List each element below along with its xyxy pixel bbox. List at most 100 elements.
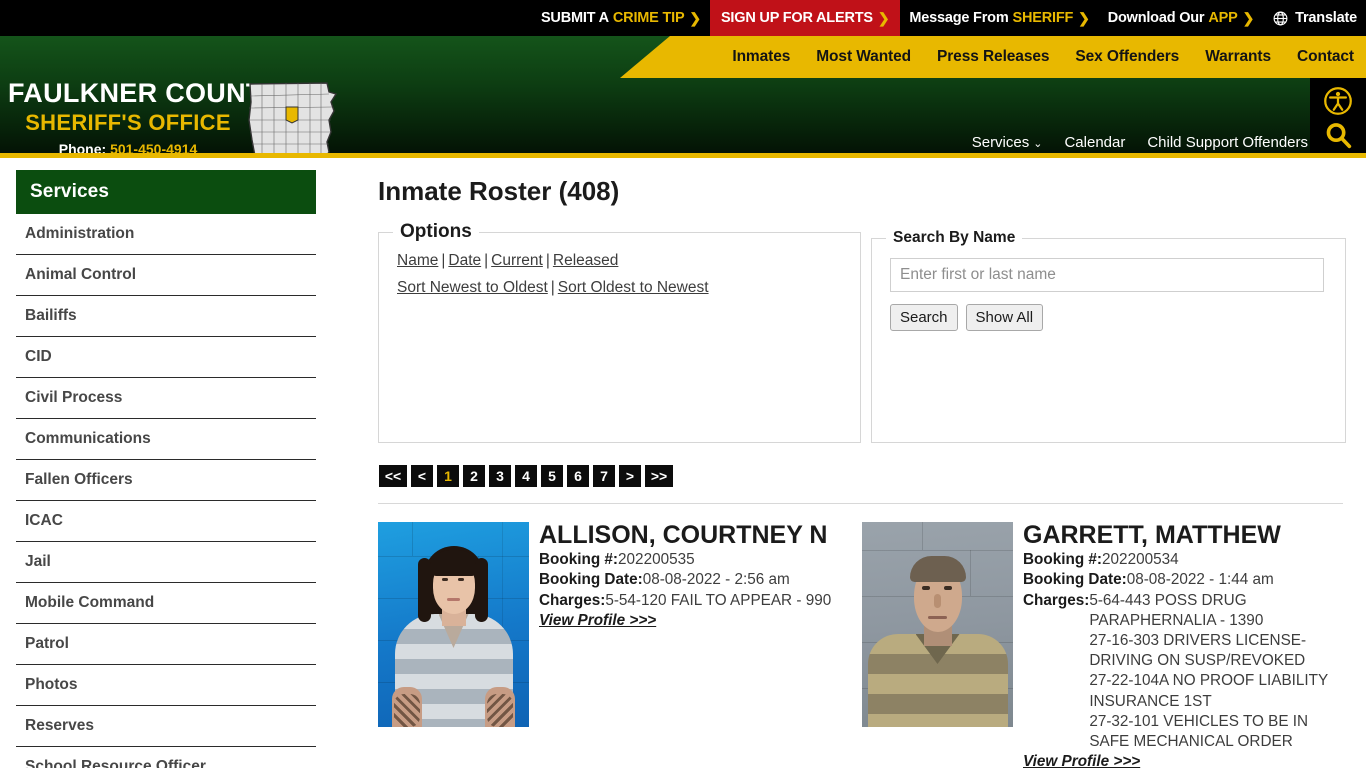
nav-item-inmates[interactable]: Inmates [732, 48, 790, 66]
sidebar-item-jail[interactable]: Jail [16, 542, 316, 583]
pagination-page-2[interactable]: 2 [463, 465, 485, 487]
secondary-nav-row-1: Services ⌄ Calendar Child Support Offende… [568, 128, 1308, 156]
page-title: Inmate Roster (408) [378, 176, 620, 206]
pagination-page-1[interactable]: 1 [437, 465, 459, 487]
option-date[interactable]: Date [448, 252, 481, 269]
nav-item-services[interactable]: Services ⌄ [972, 135, 1043, 150]
sign-up-for-alerts-text: SIGN UP FOR ALERTS [720, 10, 873, 26]
pagination-first[interactable]: << [379, 465, 407, 487]
nav-item-warrants[interactable]: Warrants [1205, 48, 1271, 66]
show-all-button[interactable]: Show All [965, 304, 1044, 331]
site-header: Inmates Most Wanted Press Releases Sex O… [0, 36, 1366, 158]
charges-value: 5-64-443 POSS DRUG PARAPHERNALIA - 1390 … [1089, 591, 1328, 750]
sidebar-item-photos[interactable]: Photos [16, 665, 316, 706]
sidebar-item-mobile-command[interactable]: Mobile Command [16, 583, 316, 624]
option-separator: | [545, 252, 550, 269]
booking-number-value: 202200534 [1102, 551, 1179, 569]
message-from-sheriff-text-a: Message From [909, 10, 1009, 26]
content-divider [378, 503, 1343, 504]
pagination-next[interactable]: > [619, 465, 641, 487]
view-profile-link[interactable]: View Profile >>> [539, 612, 656, 630]
nav-item-most-wanted[interactable]: Most Wanted [816, 48, 911, 66]
pagination-page-5[interactable]: 5 [541, 465, 563, 487]
sidebar-item-fallen-officers[interactable]: Fallen Officers [16, 460, 316, 501]
pagination-page-3[interactable]: 3 [489, 465, 511, 487]
sidebar-item-administration[interactable]: Administration [16, 214, 316, 255]
sidebar-item-bailiffs[interactable]: Bailiffs [16, 296, 316, 337]
search-icon[interactable] [1324, 121, 1353, 150]
search-input[interactable] [889, 258, 1324, 292]
sign-up-for-alerts-link[interactable]: SIGN UP FOR ALERTS ❯ [709, 0, 901, 36]
chevron-right-icon: ❯ [877, 9, 890, 26]
main-content: Inmate Roster (408) Options Name | Date | Cu… [332, 158, 1366, 768]
booking-date-label: Booking Date: [539, 571, 643, 589]
sidebar-item-communications[interactable]: Communications [16, 419, 316, 460]
nav-item-sex-offenders[interactable]: Sex Offenders [1075, 48, 1179, 66]
sidebar-title: Services [16, 170, 316, 214]
translate-link[interactable]: Translate [1263, 0, 1366, 36]
nav-item-child-support-offenders[interactable]: Child Support Offenders [1147, 135, 1308, 150]
option-sort-newest-to-oldest[interactable]: Sort Newest to Oldest [397, 279, 548, 296]
option-current[interactable]: Current [491, 252, 543, 269]
search-panel: Search By Name Search Show All [870, 229, 1346, 443]
primary-nav-bar: Inmates Most Wanted Press Releases Sex O… [620, 36, 1366, 78]
sidebar-item-school-resource-officer[interactable]: School Resource Officer [16, 747, 316, 768]
inmate-name: GARRETT, MATTHEW [1023, 521, 1281, 549]
inmate-records-list: ALLISON, COURTNEY N Booking #:202200535 … [378, 522, 1346, 768]
top-utility-bar: SUBMIT A CRIME TIP ❯ SIGN UP FOR ALERTS … [0, 0, 1366, 36]
download-our-app-text-b: APP [1208, 10, 1238, 26]
search-button[interactable]: Search [889, 304, 958, 331]
booking-date-value: 08-08-2022 - 1:44 am [1126, 571, 1274, 589]
sidebar-item-reserves[interactable]: Reserves [16, 706, 316, 747]
office-name: SHERIFF'S OFFICE [25, 109, 231, 135]
option-separator: | [550, 279, 555, 296]
submit-crime-tip-text-b: CRIME TIP [612, 10, 685, 26]
nav-item-press-releases[interactable]: Press Releases [937, 48, 1049, 66]
inmate-mugshot [862, 522, 1013, 727]
sidebar-item-animal-control[interactable]: Animal Control [16, 255, 316, 296]
nav-item-services-label: Services [971, 133, 1030, 151]
inmate-record: ALLISON, COURTNEY N Booking #:202200535 … [378, 522, 862, 768]
pagination: << < 1 2 3 4 5 6 7 > >> [379, 465, 1346, 487]
sidebar-item-icac[interactable]: ICAC [16, 501, 316, 542]
sidebar-item-civil-process[interactable]: Civil Process [16, 378, 316, 419]
pagination-page-6[interactable]: 6 [567, 465, 589, 487]
message-from-sheriff-link[interactable]: Message From SHERIFF ❯ [900, 0, 1098, 36]
option-released[interactable]: Released [553, 252, 619, 269]
chevron-right-icon: ❯ [689, 9, 701, 26]
sidebar-item-patrol[interactable]: Patrol [16, 624, 316, 665]
nav-item-calendar[interactable]: Calendar [1064, 135, 1125, 150]
sidebar-item-cid[interactable]: CID [16, 337, 316, 378]
option-name[interactable]: Name [397, 252, 438, 269]
globe-icon [1272, 10, 1289, 27]
booking-number-label: Booking #: [1023, 551, 1103, 569]
nav-item-contact[interactable]: Contact [1297, 48, 1354, 66]
pagination-page-4[interactable]: 4 [515, 465, 537, 487]
county-name: FAULKNER COUNTY [8, 78, 281, 108]
view-profile-link[interactable]: View Profile >>> [1023, 753, 1140, 768]
arkansas-map-icon [248, 82, 338, 158]
chevron-right-icon: ❯ [1078, 9, 1090, 26]
pagination-page-7[interactable]: 7 [593, 465, 615, 487]
header-bottom-rule [0, 153, 1366, 158]
arkansas-map: Arkansas [243, 80, 343, 158]
option-separator: | [484, 252, 489, 269]
inmate-booking-number-row: Booking #:202200534 [1023, 550, 1346, 570]
accessibility-icon[interactable] [1323, 86, 1353, 116]
option-sort-oldest-to-newest[interactable]: Sort Oldest to Newest [558, 279, 709, 296]
submit-crime-tip-link[interactable]: SUBMIT A CRIME TIP ❯ [532, 0, 710, 36]
options-panel: Options Name | Date | Current | Released Sort … [378, 221, 861, 443]
inmate-info: ALLISON, COURTNEY N Booking #:202200535 … [539, 522, 862, 768]
search-legend: Search By Name [892, 229, 1016, 246]
inmate-mugshot [378, 522, 529, 727]
booking-number-value: 202200535 [618, 551, 695, 569]
inmate-booking-date-row: Booking Date:08-08-2022 - 2:56 am [539, 570, 862, 590]
pagination-prev[interactable]: < [411, 465, 433, 487]
inmate-name: ALLISON, COURTNEY N [539, 521, 828, 549]
inmate-charges-row: Charges: 5-64-443 POSS DRUG PARAPHERNALIA… [1023, 591, 1346, 753]
download-our-app-link[interactable]: Download Our APP ❯ [1099, 0, 1263, 36]
pagination-last[interactable]: >> [645, 465, 673, 487]
chevron-down-icon: ⌄ [1033, 137, 1043, 150]
site-branding[interactable]: FAULKNER COUNTY SHERIFF'S OFFICE Phone: … [8, 78, 281, 156]
options-sort-row: Sort Newest to Oldest | Sort Oldest to New… [397, 279, 846, 297]
